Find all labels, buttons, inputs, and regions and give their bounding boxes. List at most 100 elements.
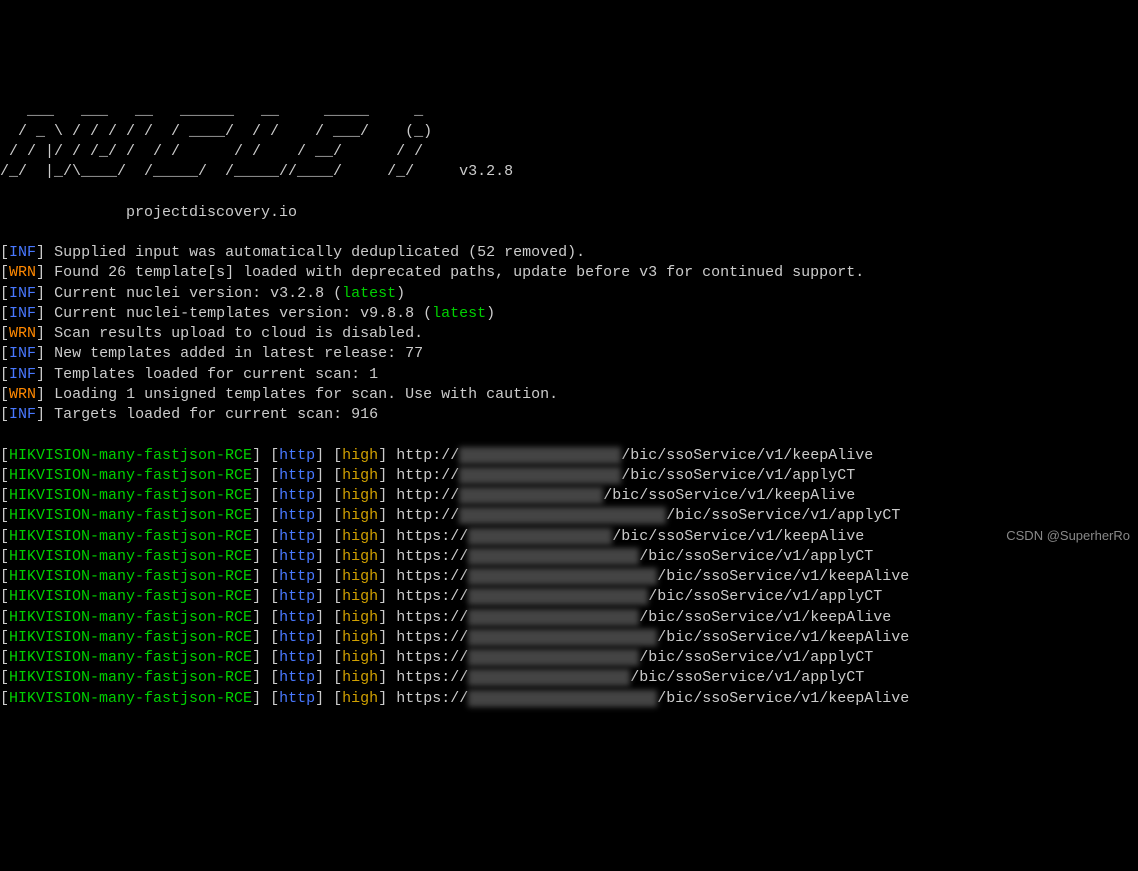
result-line: [HIKVISION-many-fastjson-RCE] [http] [hi… [0, 466, 1138, 486]
result-line: [HIKVISION-many-fastjson-RCE] [http] [hi… [0, 527, 1138, 547]
severity: high [342, 487, 378, 504]
result-line: [HIKVISION-many-fastjson-RCE] [http] [hi… [0, 486, 1138, 506]
severity: high [342, 528, 378, 545]
result-url: https://1xxxxxxxxxxxxxxxxxxxx/bic/ssoSer… [396, 568, 909, 585]
result-line: [HIKVISION-many-fastjson-RCE] [http] [hi… [0, 567, 1138, 587]
severity: high [342, 588, 378, 605]
ascii-logo-line: / _ \ / / / / / / ____/ / / / ___/ (_) [0, 123, 432, 140]
log-lines: [INF] Supplied input was automatically d… [0, 243, 1138, 425]
severity: high [342, 548, 378, 565]
template-id: HIKVISION-many-fastjson-RCE [9, 447, 252, 464]
log-line: [WRN] Scan results upload to cloud is di… [0, 324, 1138, 344]
result-url: http://xxxxxxxxxxxxxxxxxxxxxxx/bic/ssoSe… [396, 507, 900, 524]
subtitle-text: projectdiscovery.io [0, 204, 297, 221]
result-url: http://1xx.xxx.xxx.xxx.xx/bic/ssoService… [396, 467, 855, 484]
template-id: HIKVISION-many-fastjson-RCE [9, 609, 252, 626]
result-url: https://1xx.xxx.xxxxxxxxxx/bic/ssoServic… [396, 669, 864, 686]
protocol: http [279, 548, 315, 565]
log-tag: INF [9, 406, 36, 423]
severity: high [342, 568, 378, 585]
log-message: Scan results upload to cloud is disabled… [54, 325, 423, 342]
log-message: Supplied input was automatically dedupli… [54, 244, 585, 261]
log-tag: INF [9, 345, 36, 362]
log-line: [WRN] Loading 1 unsigned templates for s… [0, 385, 1138, 405]
template-id: HIKVISION-many-fastjson-RCE [9, 669, 252, 686]
template-id: HIKVISION-many-fastjson-RCE [9, 690, 252, 707]
result-line: [HIKVISION-many-fastjson-RCE] [http] [hi… [0, 668, 1138, 688]
log-message: Found 26 template[s] loaded with depreca… [54, 264, 864, 281]
template-id: HIKVISION-many-fastjson-RCE [9, 548, 252, 565]
template-id: HIKVISION-many-fastjson-RCE [9, 629, 252, 646]
version-text: v3.2.8 [459, 163, 513, 180]
log-line: [INF] Templates loaded for current scan:… [0, 365, 1138, 385]
log-tag: WRN [9, 386, 36, 403]
latest-badge: latest [342, 285, 396, 302]
severity: high [342, 669, 378, 686]
scan-results: [HIKVISION-many-fastjson-RCE] [http] [hi… [0, 446, 1138, 709]
log-tag: INF [9, 285, 36, 302]
latest-badge: latest [432, 305, 486, 322]
result-line: [HIKVISION-many-fastjson-RCE] [http] [hi… [0, 628, 1138, 648]
severity: high [342, 690, 378, 707]
log-message: Targets loaded for current scan: 916 [54, 406, 378, 423]
ascii-logo: ___ ___ __ ______ __ _____ _ [0, 102, 432, 119]
template-id: HIKVISION-many-fastjson-RCE [9, 507, 252, 524]
result-line: [HIKVISION-many-fastjson-RCE] [http] [hi… [0, 446, 1138, 466]
result-url: https://xxxxxxxxxxxxxxxxxxxxx/bic/ssoSer… [396, 629, 909, 646]
result-line: [HIKVISION-many-fastjson-RCE] [http] [hi… [0, 547, 1138, 567]
protocol: http [279, 629, 315, 646]
template-id: HIKVISION-many-fastjson-RCE [9, 528, 252, 545]
ascii-logo-line: / / |/ / /_/ / / / / / / __/ / / [0, 143, 432, 160]
severity: high [342, 507, 378, 524]
severity: high [342, 629, 378, 646]
result-line: [HIKVISION-many-fastjson-RCE] [http] [hi… [0, 506, 1138, 526]
watermark-text: CSDN @SuperherRo [1006, 527, 1130, 545]
log-tag: WRN [9, 264, 36, 281]
protocol: http [279, 649, 315, 666]
result-url: https://xxxxxxxxxxxxxxxxxxx/bic/ssoServi… [396, 649, 873, 666]
protocol: http [279, 528, 315, 545]
protocol: http [279, 588, 315, 605]
template-id: HIKVISION-many-fastjson-RCE [9, 588, 252, 605]
template-id: HIKVISION-many-fastjson-RCE [9, 467, 252, 484]
log-tag: INF [9, 305, 36, 322]
ascii-logo-line: /_/ |_/\____/ /_____/ /_____//____/ /_/ … [0, 163, 513, 180]
protocol: http [279, 568, 315, 585]
template-id: HIKVISION-many-fastjson-RCE [9, 649, 252, 666]
log-message: Current nuclei version: v3.2.8 ( [54, 285, 342, 302]
severity: high [342, 609, 378, 626]
log-line: [INF] Supplied input was automatically d… [0, 243, 1138, 263]
severity: high [342, 649, 378, 666]
protocol: http [279, 690, 315, 707]
log-message: Templates loaded for current scan: 1 [54, 366, 378, 383]
result-url: https://1xxxxxxxxxxxxxxxxxx/bic/ssoServi… [396, 609, 891, 626]
log-message: Current nuclei-templates version: v9.8.8… [54, 305, 432, 322]
severity: high [342, 447, 378, 464]
protocol: http [279, 467, 315, 484]
result-line: [HIKVISION-many-fastjson-RCE] [http] [hi… [0, 689, 1138, 709]
log-line: [INF] Current nuclei-templates version: … [0, 304, 1138, 324]
protocol: http [279, 609, 315, 626]
log-message: Loading 1 unsigned templates for scan. U… [54, 386, 558, 403]
result-line: [HIKVISION-many-fastjson-RCE] [http] [hi… [0, 608, 1138, 628]
log-line: [WRN] Found 26 template[s] loaded with d… [0, 263, 1138, 283]
terminal-output: ___ ___ __ ______ __ _____ _ / _ \ / / /… [0, 81, 1138, 729]
result-line: [HIKVISION-many-fastjson-RCE] [http] [hi… [0, 587, 1138, 607]
template-id: HIKVISION-many-fastjson-RCE [9, 487, 252, 504]
log-tag: WRN [9, 325, 36, 342]
result-url: https://1xxxxxxxxxxxxxxx/bic/ssoService/… [396, 528, 864, 545]
log-tag: INF [9, 244, 36, 261]
template-id: HIKVISION-many-fastjson-RCE [9, 568, 252, 585]
log-message: New templates added in latest release: 7… [54, 345, 423, 362]
result-url: https://1xxxxxxxxxxxxxxxxxxxx/bic/ssoSer… [396, 690, 909, 707]
result-url: http://2xx.xxx.xx.xxxxx/bic/ssoService/v… [396, 487, 855, 504]
result-line: [HIKVISION-many-fastjson-RCE] [http] [hi… [0, 648, 1138, 668]
log-line: [INF] New templates added in latest rele… [0, 344, 1138, 364]
result-url: https://1xxxxxxxxxxxxxxxxxx/bic/ssoServi… [396, 548, 873, 565]
log-line: [INF] Current nuclei version: v3.2.8 (la… [0, 284, 1138, 304]
protocol: http [279, 447, 315, 464]
log-tag: INF [9, 366, 36, 383]
log-line: [INF] Targets loaded for current scan: 9… [0, 405, 1138, 425]
protocol: http [279, 507, 315, 524]
result-url: http://2xx.xxx.xxx.xxx:85/bic/ssoService… [396, 447, 873, 464]
